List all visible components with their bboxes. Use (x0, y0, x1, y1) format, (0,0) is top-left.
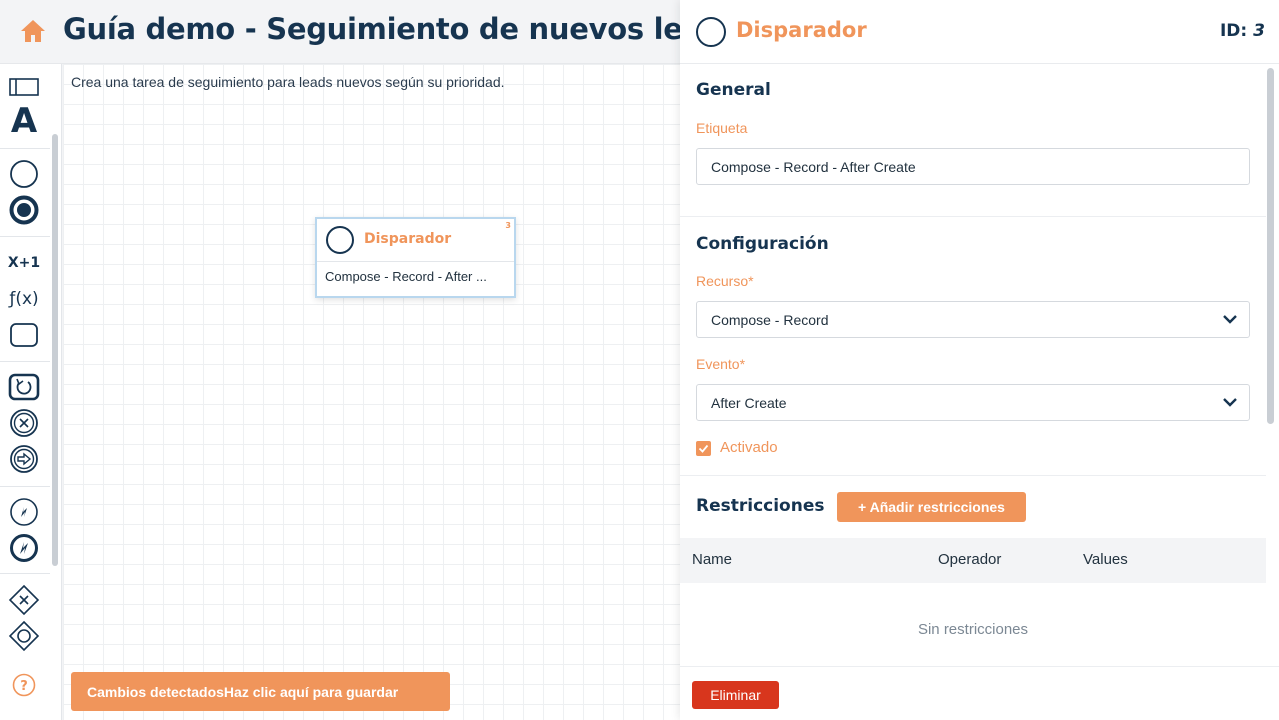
toolbar-scrollbar[interactable] (52, 134, 58, 566)
panel-scrollbar[interactable] (1267, 68, 1274, 424)
swimlane-icon[interactable] (6, 70, 42, 104)
panel-id: ID: 3 (1220, 21, 1265, 41)
end-event-icon[interactable] (6, 193, 42, 227)
toolbar-divider (0, 573, 50, 574)
column-name: Name (692, 551, 733, 568)
chevron-down-icon (1223, 398, 1237, 407)
tool-palette: A X+1 ƒ(x) ? (0, 64, 62, 720)
section-general-title: General (696, 80, 771, 100)
check-icon (698, 444, 709, 453)
function-icon[interactable]: ƒ(x) (6, 282, 42, 316)
toolbar-divider (0, 486, 50, 487)
svg-text:?: ? (20, 679, 28, 694)
column-values: Values (1083, 551, 1128, 568)
trigger-circle-icon (326, 226, 354, 254)
panel-title: Disparador (736, 18, 867, 42)
label-field-label: Etiqueta (696, 120, 748, 136)
panel-footer: Eliminar (680, 666, 1279, 720)
resource-field-label: Recurso* (696, 273, 754, 289)
enabled-label[interactable]: Activado (720, 439, 778, 456)
help-icon[interactable]: ? (6, 668, 42, 702)
home-icon[interactable] (20, 19, 46, 43)
task-icon[interactable] (6, 318, 42, 352)
id-value: 3 (1253, 21, 1265, 41)
id-label: ID: (1219, 21, 1248, 41)
section-restrictions-title: Restricciones (696, 496, 825, 516)
delete-button[interactable]: Eliminar (692, 681, 779, 709)
column-operator: Operador (938, 551, 1002, 568)
event-select[interactable]: After Create (696, 384, 1250, 421)
workflow-description: Crea una tarea de seguimiento para leads… (71, 74, 505, 90)
exclusive-gateway-icon[interactable] (6, 583, 42, 617)
text-icon[interactable]: A (6, 101, 42, 141)
restrictions-table-header: Name Operador Values (680, 538, 1266, 583)
loop-icon[interactable] (6, 370, 42, 404)
resource-select[interactable]: Compose - Record (696, 301, 1250, 338)
add-restriction-button[interactable]: + Añadir restricciones (837, 492, 1026, 522)
label-input[interactable]: Compose - Record - After Create (696, 148, 1250, 185)
start-event-icon[interactable] (6, 157, 42, 191)
resource-select-value: Compose - Record (711, 311, 829, 328)
enabled-checkbox[interactable] (696, 441, 711, 456)
section-config-title: Configuración (696, 234, 829, 254)
section-divider (680, 475, 1266, 476)
node-id: 3 (505, 221, 511, 230)
trigger-icon[interactable] (6, 531, 42, 565)
prompt-icon[interactable] (6, 495, 42, 529)
toolbar-divider (0, 236, 50, 237)
event-select-value: After Create (711, 394, 787, 411)
node-header: Disparador 3 (317, 219, 514, 262)
node-label: Compose - Record - After ... (325, 269, 487, 284)
node-title: Disparador (364, 231, 452, 247)
trigger-circle-icon (696, 17, 726, 47)
trigger-node[interactable]: Disparador 3 Compose - Record - After ..… (315, 217, 516, 298)
panel-header: Disparador ID: 3 (680, 0, 1279, 64)
toolbar-divider (0, 361, 50, 362)
event-field-label: Evento* (696, 356, 746, 372)
save-changes-button[interactable]: Cambios detectadosHaz clic aquí para gua… (71, 672, 450, 711)
exit-icon[interactable] (6, 442, 42, 476)
toolbar-divider (0, 148, 50, 149)
expression-icon[interactable]: X+1 (6, 246, 42, 280)
restrictions-empty-state: Sin restricciones (917, 621, 1029, 638)
section-divider (680, 216, 1266, 217)
page-title: Guía demo - Seguimiento de nuevos leads (63, 12, 740, 46)
inclusive-gateway-icon[interactable] (6, 619, 42, 653)
error-icon[interactable] (6, 406, 42, 440)
workflow-canvas[interactable]: Crea una tarea de seguimiento para leads… (63, 64, 680, 720)
chevron-down-icon (1223, 315, 1237, 324)
properties-panel: Disparador ID: 3 General Etiqueta Compos… (680, 0, 1279, 720)
